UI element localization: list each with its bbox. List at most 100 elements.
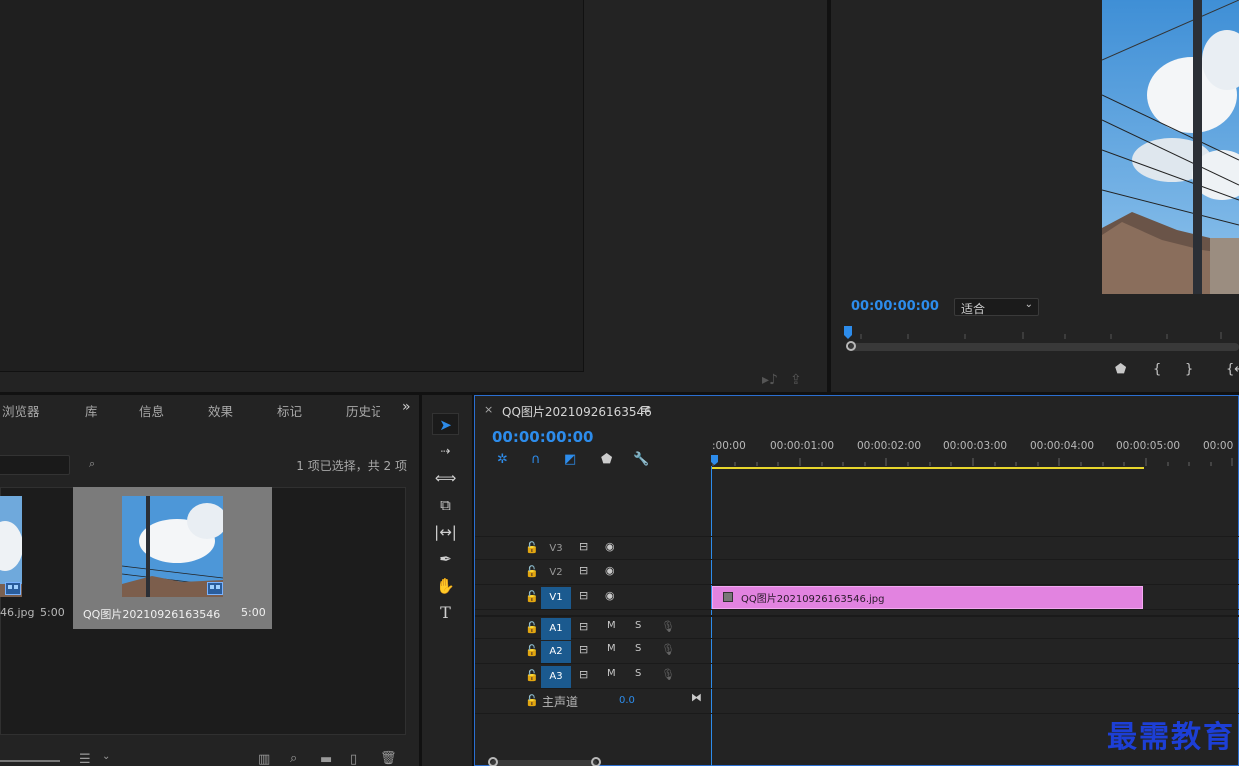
track-lane-a2[interactable] (711, 640, 1239, 664)
linked-selection-icon[interactable]: ◩ (564, 452, 576, 467)
mute-button[interactable]: M (607, 620, 616, 631)
lock-icon[interactable]: 🔓 (525, 590, 539, 603)
go-to-in-icon[interactable]: {← (1226, 362, 1239, 377)
master-track-lane[interactable] (711, 690, 1239, 714)
nest-icon[interactable]: ✲ (497, 452, 508, 467)
project-item-selected[interactable]: QQ图片20210926163546 5:00 (73, 487, 272, 629)
sequence-tab[interactable]: QQ图片20210926163546 (502, 403, 652, 420)
track-target-v1[interactable]: V1 (541, 587, 571, 609)
find-bin-icon[interactable]: ⌕ (89, 457, 95, 471)
eye-icon[interactable]: ◉ (605, 564, 615, 577)
panel-menu-icon[interactable]: ≡ (640, 402, 651, 417)
track-target-a2[interactable]: A2 (541, 641, 571, 663)
find-icon[interactable]: ⌕ (290, 751, 297, 766)
slip-tool-icon[interactable]: |↔| (432, 521, 459, 543)
sync-lock-icon[interactable]: ⊟ (579, 668, 588, 681)
tab-effects[interactable]: 效果 (208, 401, 233, 420)
hand-tool-icon[interactable]: ✋ (432, 575, 459, 597)
solo-button[interactable]: S (635, 668, 641, 679)
tab-libraries[interactable]: 库 (85, 401, 98, 420)
scroll-handle-left[interactable] (488, 757, 498, 766)
chevron-down-icon[interactable]: ⌄ (102, 751, 110, 762)
sync-lock-icon[interactable]: ⊟ (579, 620, 588, 633)
project-item[interactable]: 46.jpg 5:00 (0, 487, 72, 629)
ruler-label: 00:00 (1203, 440, 1234, 452)
pen-tool-icon[interactable]: ✒ (432, 548, 459, 570)
insert-icon[interactable]: ▸♪ (762, 372, 778, 388)
track-lane-a3[interactable] (711, 665, 1239, 689)
close-icon[interactable]: × (484, 403, 493, 416)
selection-tool-icon[interactable]: ➤ (432, 413, 459, 435)
lock-icon[interactable]: 🔓 (525, 621, 539, 634)
scroll-handle-right[interactable] (591, 757, 601, 766)
solo-button[interactable]: S (635, 620, 641, 631)
trash-icon[interactable]: 🗑 (380, 751, 397, 766)
new-bin-icon[interactable]: ▬ (320, 752, 332, 766)
snap-icon[interactable]: ∩ (531, 452, 541, 467)
program-time-ruler[interactable] (843, 326, 1239, 340)
track-header-v1: 🔓 V1 ⊟ ◉ (475, 586, 711, 610)
automate-sequence-icon[interactable]: ▥ (258, 752, 270, 766)
image-badge-icon (207, 582, 223, 595)
eye-icon[interactable]: ◉ (605, 540, 615, 553)
time-ruler[interactable]: :00:00 00:00:01:00 00:00:02:00 00:00:03:… (711, 436, 1239, 470)
timeline-zoom-scrollbar[interactable] (491, 760, 597, 766)
track-lane-a1[interactable] (711, 615, 1239, 639)
mark-out-icon[interactable]: } (1185, 362, 1193, 377)
lock-icon[interactable]: 🔓 (525, 669, 539, 682)
mute-button[interactable]: M (607, 643, 616, 654)
timeline-timecode[interactable]: 00:00:00:00 (492, 428, 594, 446)
wrench-icon[interactable]: 🔧 (633, 452, 649, 467)
track-target-v2[interactable]: V2 (541, 562, 571, 584)
track-target-a3[interactable]: A3 (541, 666, 571, 688)
track-target-v3[interactable]: V3 (541, 538, 571, 560)
mic-icon[interactable]: 🎙 (661, 620, 675, 633)
ruler-label: 00:00:04:00 (1030, 440, 1095, 452)
sort-icon[interactable]: ☰ (79, 752, 91, 766)
razor-tool-icon[interactable]: ⧉ (432, 494, 459, 516)
export-frame-icon[interactable]: ⇪ (790, 372, 802, 388)
fit-dropdown[interactable]: 适合 ⌄ (954, 298, 1039, 316)
eye-icon[interactable]: ◉ (605, 589, 615, 602)
sync-lock-icon[interactable]: ⊟ (579, 589, 588, 602)
source-monitor: ▸♪ ⇪ (0, 0, 827, 392)
tab-media-browser[interactable]: 浏览器 (2, 401, 40, 420)
sync-lock-icon[interactable]: ⊟ (579, 643, 588, 656)
mic-icon[interactable]: 🎙 (661, 643, 675, 656)
add-marker-icon[interactable]: ⬟ (1115, 362, 1126, 377)
program-scroll-bar[interactable] (849, 343, 1239, 351)
program-timecode[interactable]: 00:00:00:00 (851, 299, 939, 314)
solo-button[interactable]: S (635, 643, 641, 654)
tab-history[interactable]: 历史记 (346, 401, 380, 420)
sync-lock-icon[interactable]: ⊟ (579, 540, 588, 553)
lock-icon[interactable]: 🔓 (525, 565, 539, 578)
tab-markers[interactable]: 标记 (277, 401, 302, 420)
more-tabs-icon[interactable]: » (402, 399, 411, 415)
track-lane-v3[interactable] (711, 536, 1239, 560)
master-track-header: 🔓 主声道 0.0 ⧓ (475, 690, 711, 714)
type-tool-icon[interactable]: T (432, 602, 459, 624)
go-to-end-icon[interactable]: ⧓ (691, 691, 702, 704)
track-lane-v2[interactable] (711, 561, 1239, 585)
tab-info[interactable]: 信息 (139, 401, 164, 420)
lock-icon[interactable]: 🔓 (525, 644, 539, 657)
ripple-edit-tool-icon[interactable]: ⟺ (432, 467, 459, 489)
track-select-tool-icon[interactable]: ⇢ (432, 440, 459, 462)
lock-icon[interactable]: 🔓 (525, 541, 539, 554)
search-input[interactable] (0, 455, 70, 475)
master-volume[interactable]: 0.0 (619, 695, 635, 706)
track-target-a1[interactable]: A1 (541, 618, 571, 640)
lock-icon[interactable]: 🔓 (525, 694, 539, 707)
source-video-area (0, 0, 584, 372)
mute-button[interactable]: M (607, 668, 616, 679)
new-item-icon[interactable]: ▯ (350, 752, 357, 766)
mic-icon[interactable]: 🎙 (661, 668, 675, 681)
zoom-slider[interactable] (0, 760, 60, 762)
zoom-handle[interactable] (846, 341, 856, 351)
sync-lock-icon[interactable]: ⊟ (579, 564, 588, 577)
timeline-clip[interactable]: QQ图片20210926163546.jpg (712, 586, 1143, 609)
ruler-label: 00:00:03:00 (943, 440, 1008, 452)
add-marker-icon[interactable]: ⬟ (601, 452, 612, 467)
tools-panel: ➤ ⇢ ⟺ ⧉ |↔| ✒ ✋ T (422, 395, 472, 766)
mark-in-icon[interactable]: { (1153, 362, 1161, 377)
